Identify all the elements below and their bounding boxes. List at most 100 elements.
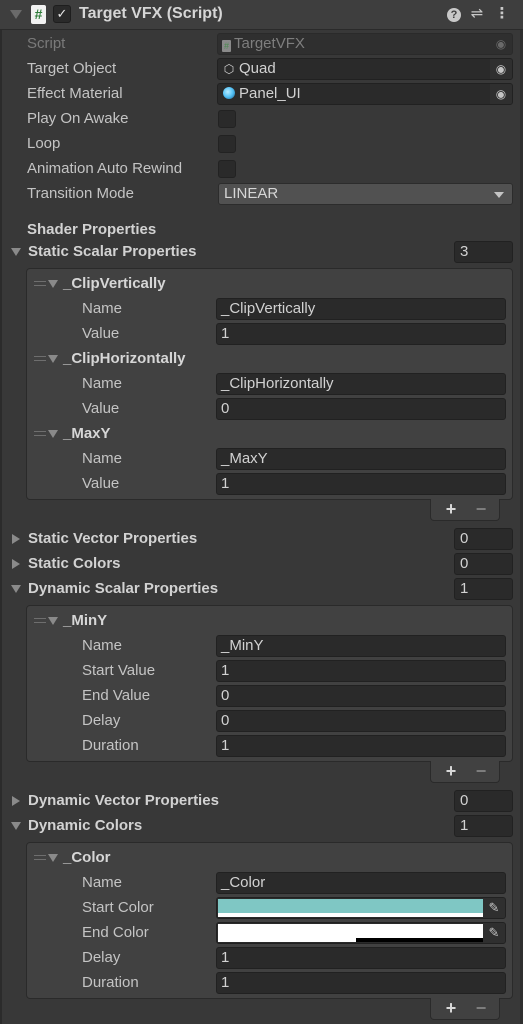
foldout-expanded-icon[interactable]: [48, 430, 58, 438]
element-end-value-row: End Value 0: [27, 684, 512, 709]
start-value-label: Start Value: [82, 662, 156, 679]
foldout-expanded-icon[interactable]: [11, 585, 21, 593]
dynamic-colors-count[interactable]: 1: [454, 815, 513, 837]
start-value-field[interactable]: 1: [216, 660, 506, 682]
dynamic-scalar-header: Dynamic Scalar Properties 1: [0, 577, 523, 602]
static-colors-count[interactable]: 0: [454, 553, 513, 575]
component-enabled-checkbox[interactable]: ✓: [53, 5, 71, 23]
target-object-field[interactable]: ⬡ Quad ◉: [217, 58, 513, 80]
transition-mode-value: LINEAR: [224, 185, 279, 202]
element-title[interactable]: _ClipHorizontally: [63, 350, 186, 367]
play-on-awake-checkbox[interactable]: [218, 110, 236, 128]
add-element-button[interactable]: +: [439, 998, 463, 1018]
element-title[interactable]: _MaxY: [63, 425, 111, 442]
element-name-row: Name _ClipVertically: [27, 297, 512, 322]
add-element-button[interactable]: +: [439, 761, 463, 781]
end-color-label: End Color: [82, 924, 149, 941]
target-object-label: Target Object: [27, 60, 117, 77]
name-field[interactable]: _MinY: [216, 635, 506, 657]
foldout-expanded-icon[interactable]: [48, 355, 58, 363]
value-field[interactable]: 1: [216, 323, 506, 345]
duration-field[interactable]: 1: [216, 972, 506, 994]
foldout-collapsed-icon[interactable]: [12, 534, 20, 544]
help-icon[interactable]: ?: [447, 8, 461, 22]
drag-handle-icon[interactable]: [34, 356, 46, 361]
component-foldout-icon[interactable]: [10, 10, 22, 19]
foldout-expanded-icon[interactable]: [11, 822, 21, 830]
element-duration-row: Duration 1: [27, 734, 512, 759]
presets-icon[interactable]: ⇌: [468, 5, 486, 23]
effect-material-value: Panel_UI: [239, 85, 301, 102]
script-value: TargetVFX: [234, 35, 305, 52]
eyedropper-icon[interactable]: ✎: [483, 898, 505, 918]
effect-material-row: Effect Material Panel_UI ◉: [0, 82, 523, 107]
script-icon: #: [31, 5, 46, 24]
end-color-swatch[interactable]: [218, 924, 483, 938]
static-vector-label[interactable]: Static Vector Properties: [28, 530, 197, 547]
drag-handle-icon[interactable]: [34, 281, 46, 286]
remove-element-button[interactable]: −: [469, 499, 493, 519]
drag-handle-icon[interactable]: [34, 618, 46, 623]
object-picker-icon[interactable]: ◉: [490, 84, 512, 104]
element-name-row: Name _Color: [27, 871, 512, 896]
eyedropper-icon[interactable]: ✎: [483, 923, 505, 943]
static-colors-header: Static Colors 0: [0, 552, 523, 577]
element-start-color-row: Start Color ✎: [27, 896, 512, 921]
material-icon: [223, 87, 235, 99]
value-label: Value: [82, 325, 120, 342]
start-color-swatch[interactable]: [218, 899, 483, 913]
gameobject-cube-icon: ⬡: [223, 62, 235, 76]
transition-mode-dropdown[interactable]: LINEAR: [218, 183, 513, 205]
dynamic-colors-header: Dynamic Colors 1: [0, 814, 523, 839]
foldout-expanded-icon[interactable]: [48, 617, 58, 625]
value-field[interactable]: 0: [216, 398, 506, 420]
dynamic-vector-label[interactable]: Dynamic Vector Properties: [28, 792, 219, 809]
animation-auto-rewind-checkbox[interactable]: [218, 160, 236, 178]
end-value-field[interactable]: 0: [216, 685, 506, 707]
static-vector-count[interactable]: 0: [454, 528, 513, 550]
element-title[interactable]: _MinY: [63, 612, 107, 629]
delay-field[interactable]: 0: [216, 710, 506, 732]
name-field[interactable]: _MaxY: [216, 448, 506, 470]
name-label: Name: [82, 874, 123, 891]
static-scalar-count[interactable]: 3: [454, 241, 513, 263]
list-element-header: _MaxY: [27, 422, 512, 447]
dynamic-scalar-count[interactable]: 1: [454, 578, 513, 600]
drag-handle-icon[interactable]: [34, 855, 46, 860]
more-options-icon[interactable]: ⋮: [493, 5, 511, 23]
duration-label: Duration: [82, 737, 139, 754]
animation-auto-rewind-label: Animation Auto Rewind: [27, 160, 183, 177]
foldout-expanded-icon[interactable]: [48, 280, 58, 288]
list-element-header: _Color: [27, 846, 512, 871]
transition-mode-label: Transition Mode: [27, 185, 134, 202]
name-field[interactable]: _ClipVertically: [216, 298, 506, 320]
value-field[interactable]: 1: [216, 473, 506, 495]
effect-material-field[interactable]: Panel_UI ◉: [217, 83, 513, 105]
drag-handle-icon[interactable]: [34, 431, 46, 436]
name-field[interactable]: _Color: [216, 872, 506, 894]
remove-element-button[interactable]: −: [469, 998, 493, 1018]
end-color-alpha-bar: [218, 938, 483, 942]
element-value-row: Value 1: [27, 472, 512, 497]
object-picker-icon[interactable]: ◉: [490, 59, 512, 79]
static-scalar-label[interactable]: Static Scalar Properties: [28, 243, 196, 260]
static-colors-label[interactable]: Static Colors: [28, 555, 121, 572]
foldout-expanded-icon[interactable]: [48, 854, 58, 862]
loop-checkbox[interactable]: [218, 135, 236, 153]
dynamic-scalar-label[interactable]: Dynamic Scalar Properties: [28, 580, 218, 597]
foldout-collapsed-icon[interactable]: [12, 796, 20, 806]
duration-field[interactable]: 1: [216, 735, 506, 757]
dynamic-vector-count[interactable]: 0: [454, 790, 513, 812]
name-field[interactable]: _ClipHorizontally: [216, 373, 506, 395]
start-color-field[interactable]: ✎: [216, 897, 506, 919]
add-element-button[interactable]: +: [439, 499, 463, 519]
dynamic-colors-label[interactable]: Dynamic Colors: [28, 817, 142, 834]
element-title[interactable]: _ClipVertically: [63, 275, 166, 292]
foldout-collapsed-icon[interactable]: [12, 559, 20, 569]
component-title: Target VFX (Script): [79, 5, 223, 22]
element-title[interactable]: _Color: [63, 849, 111, 866]
remove-element-button[interactable]: −: [469, 761, 493, 781]
foldout-expanded-icon[interactable]: [11, 248, 21, 256]
delay-field[interactable]: 1: [216, 947, 506, 969]
end-color-field[interactable]: ✎: [216, 922, 506, 944]
